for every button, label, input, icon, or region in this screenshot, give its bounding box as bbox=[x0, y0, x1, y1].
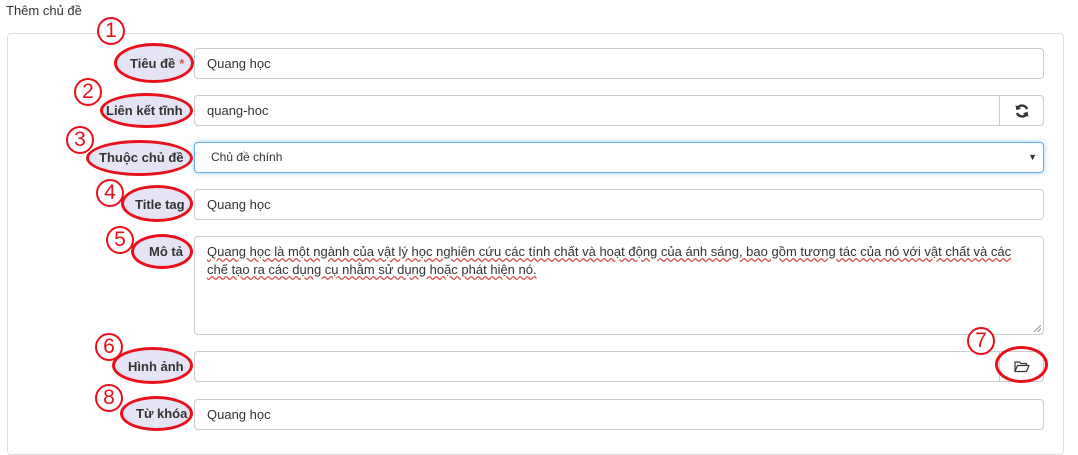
page-title: Thêm chủ đề bbox=[6, 3, 82, 18]
image-label: Hình ảnh bbox=[128, 359, 184, 374]
annotation-number-8: 8 bbox=[95, 384, 123, 412]
annotation-number-2: 2 bbox=[74, 78, 102, 106]
annotation-number-4: 4 bbox=[96, 179, 124, 207]
keywords-label: Từ khóa bbox=[136, 406, 188, 421]
title-label-text: Tiêu đề bbox=[130, 56, 176, 71]
description-label: Mô tả bbox=[149, 244, 183, 259]
annotation-oval-7 bbox=[995, 346, 1048, 383]
parent-selected-value: Chủ đề chính bbox=[211, 150, 283, 164]
refresh-icon bbox=[1015, 103, 1028, 118]
dropdown-caret-icon: ▼ bbox=[1028, 152, 1037, 162]
annotation-number-5: 5 bbox=[106, 226, 134, 254]
title-tag-label: Title tag bbox=[135, 197, 185, 212]
title-label: Tiêu đề * bbox=[130, 56, 184, 71]
description-text: Quang học là một ngành của vật lý học ng… bbox=[207, 244, 1012, 277]
title-tag-input[interactable]: Quang học bbox=[194, 189, 1044, 220]
keywords-input[interactable]: Quang học bbox=[194, 399, 1044, 430]
parent-label: Thuộc chủ đề bbox=[99, 150, 184, 165]
slug-input[interactable]: quang-hoc bbox=[194, 95, 1000, 126]
refresh-slug-button[interactable] bbox=[999, 95, 1044, 126]
parent-select[interactable]: Chủ đề chính ▼ bbox=[194, 142, 1044, 173]
annotation-number-3: 3 bbox=[66, 126, 94, 154]
image-input[interactable] bbox=[194, 351, 1000, 382]
annotation-number-1: 1 bbox=[97, 17, 125, 45]
description-textarea[interactable]: Quang học là một ngành của vật lý học ng… bbox=[194, 236, 1044, 335]
title-input[interactable]: Quang học bbox=[194, 48, 1044, 79]
annotation-number-7: 7 bbox=[967, 327, 995, 355]
slug-label: Liên kết tĩnh bbox=[106, 103, 183, 118]
annotation-number-6: 6 bbox=[95, 333, 123, 361]
required-marker: * bbox=[179, 56, 185, 71]
resize-handle-icon[interactable] bbox=[1034, 325, 1041, 332]
